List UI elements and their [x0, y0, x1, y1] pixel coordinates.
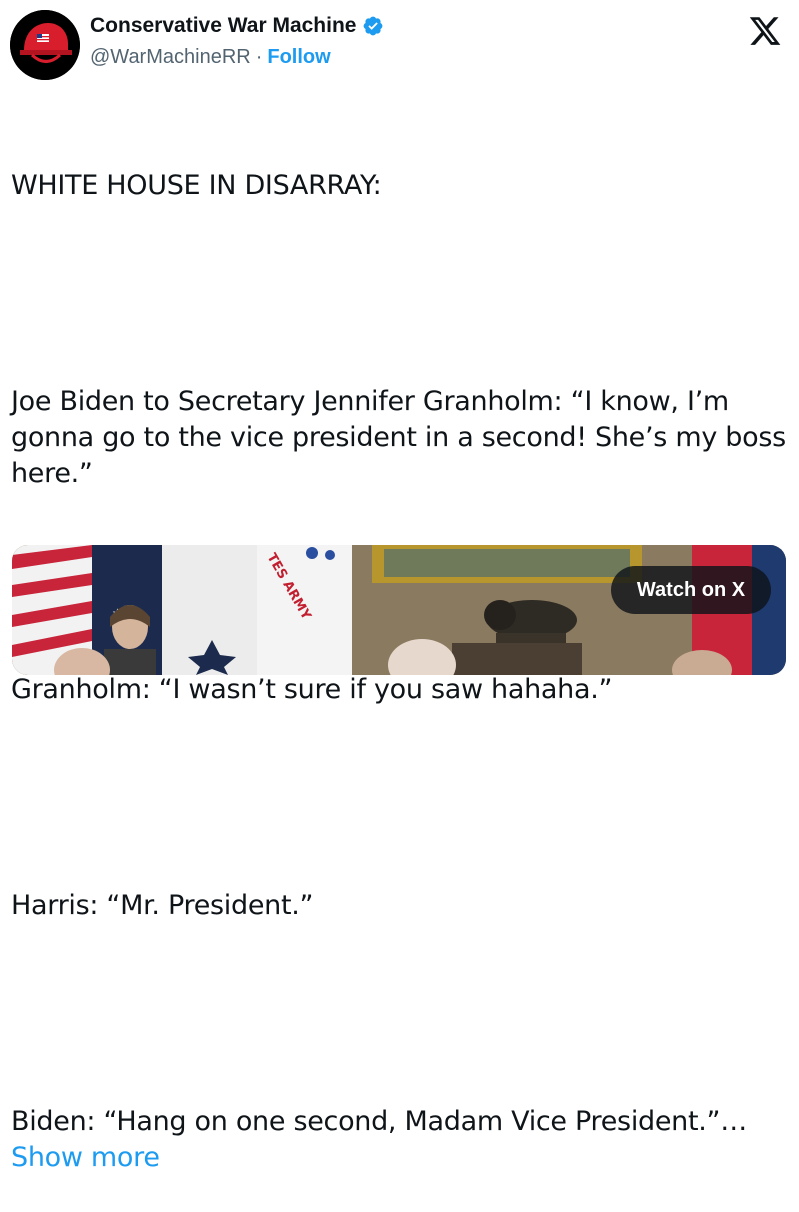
tweet-paragraph: Biden: “Hang on one second, Madam Vice P…	[11, 1106, 747, 1137]
x-logo-icon[interactable]	[748, 14, 782, 48]
tweet-paragraph-last: Biden: “Hang on one second, Madam Vice P…	[11, 1104, 787, 1176]
author-block: Conservative War Machine @WarMachineRR ·…	[90, 12, 384, 69]
display-name[interactable]: Conservative War Machine	[90, 14, 356, 38]
separator-dot: ·	[255, 46, 263, 68]
watch-on-x-button[interactable]: Watch on X	[611, 566, 771, 614]
avatar[interactable]	[10, 10, 80, 80]
red-helmet-icon	[10, 10, 80, 80]
display-name-row: Conservative War Machine	[90, 12, 384, 40]
tweet-header: Conservative War Machine @WarMachineRR ·…	[10, 10, 790, 80]
show-more-link[interactable]: Show more	[11, 1142, 160, 1173]
follow-button[interactable]: Follow	[267, 46, 330, 69]
tweet-paragraph: Joe Biden to Secretary Jennifer Granholm…	[11, 386, 795, 489]
verified-badge-icon	[362, 15, 384, 37]
tweet-paragraph: Granholm: “I wasn’t sure if you saw haha…	[11, 674, 613, 705]
handle-row: @WarMachineRR · Follow	[90, 46, 384, 69]
handle[interactable]: @WarMachineRR	[90, 46, 251, 69]
tweet-paragraph: Harris: “Mr. President.”	[11, 890, 314, 921]
tweet-line-headline: WHITE HOUSE IN DISARRAY:	[11, 170, 382, 201]
